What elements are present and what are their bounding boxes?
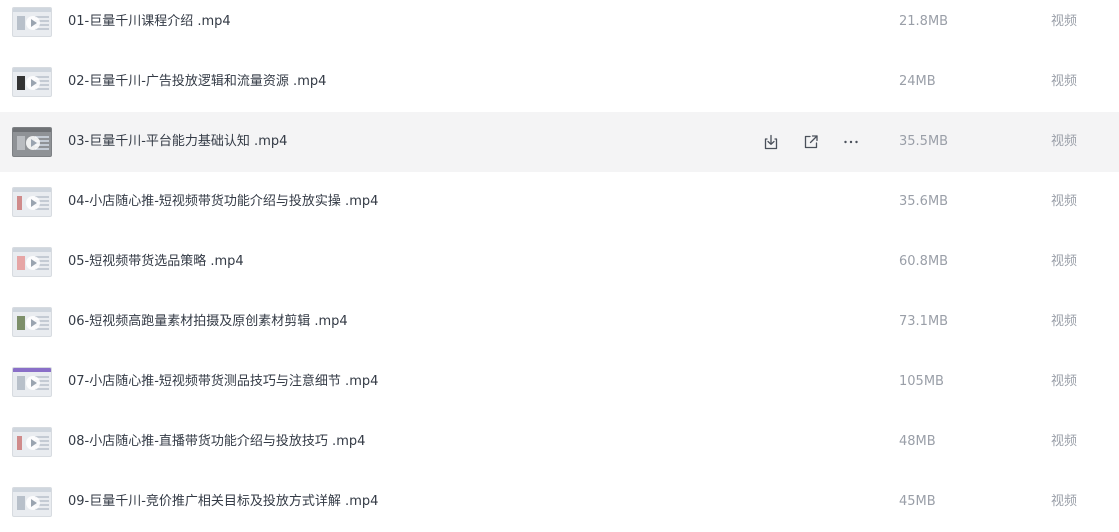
file-name[interactable]: 03-巨量千川-平台能力基础认知 .mp4 [68,112,287,172]
file-size: 24MB [899,74,936,89]
file-type: 视频 [1051,134,1078,149]
file-name[interactable]: 09-巨量千川-竞价推广相关目标及投放方式详解 .mp4 [68,472,378,532]
video-thumbnail [12,7,52,37]
download-icon[interactable] [762,133,780,151]
file-type: 视频 [1051,254,1078,269]
file-size: 35.6MB [899,194,949,209]
file-size: 48MB [899,434,936,449]
video-thumbnail [12,427,52,457]
file-row[interactable]: 09-巨量千川-竞价推广相关目标及投放方式详解 .mp4 45MB 视频 [0,472,1119,532]
file-row[interactable]: 08-小店随心推-直播带货功能介绍与投放技巧 .mp4 48MB 视频 [0,412,1119,472]
file-list: 01-巨量千川课程介绍 .mp4 21.8MB 视频 02-巨量千川-广告投放逻… [0,0,1119,532]
file-row[interactable]: 04-小店随心推-短视频带货功能介绍与投放实操 .mp4 35.6MB 视频 [0,172,1119,232]
file-size: 105MB [899,374,944,389]
file-name[interactable]: 04-小店随心推-短视频带货功能介绍与投放实操 .mp4 [68,172,378,232]
file-size: 60.8MB [899,254,949,269]
more-horizontal-icon[interactable] [842,133,860,151]
file-type: 视频 [1051,374,1078,389]
file-size: 45MB [899,494,936,509]
video-thumbnail [12,307,52,337]
file-type: 视频 [1051,314,1078,329]
file-row[interactable]: 05-短视频带货选品策略 .mp4 60.8MB 视频 [0,232,1119,292]
file-type: 视频 [1051,194,1078,209]
file-type: 视频 [1051,74,1078,89]
file-row[interactable]: 07-小店随心推-短视频带货测品技巧与注意细节 .mp4 105MB 视频 [0,352,1119,412]
video-thumbnail [12,487,52,517]
file-type: 视频 [1051,14,1078,29]
file-type: 视频 [1051,494,1078,509]
file-size: 21.8MB [899,14,949,29]
file-row-hovered[interactable]: 03-巨量千川-平台能力基础认知 .mp4 35.5MB 视频 [0,112,1119,172]
video-thumbnail [12,127,52,157]
file-name[interactable]: 08-小店随心推-直播带货功能介绍与投放技巧 .mp4 [68,412,365,472]
file-name[interactable]: 01-巨量千川课程介绍 .mp4 [68,0,231,52]
video-thumbnail [12,247,52,277]
file-size: 73.1MB [899,314,949,329]
file-row[interactable]: 01-巨量千川课程介绍 .mp4 21.8MB 视频 [0,0,1119,52]
file-name[interactable]: 02-巨量千川-广告投放逻辑和流量资源 .mp4 [68,52,326,112]
video-thumbnail [12,367,52,397]
file-type: 视频 [1051,434,1078,449]
file-size: 35.5MB [899,134,949,149]
video-thumbnail [12,67,52,97]
row-actions [760,112,870,172]
video-thumbnail [12,187,52,217]
file-row[interactable]: 02-巨量千川-广告投放逻辑和流量资源 .mp4 24MB 视频 [0,52,1119,112]
file-name[interactable]: 07-小店随心推-短视频带货测品技巧与注意细节 .mp4 [68,352,378,412]
file-name[interactable]: 05-短视频带货选品策略 .mp4 [68,232,244,292]
file-name[interactable]: 06-短视频高跑量素材拍摄及原创素材剪辑 .mp4 [68,292,348,352]
external-link-icon[interactable] [802,133,820,151]
file-row[interactable]: 06-短视频高跑量素材拍摄及原创素材剪辑 .mp4 73.1MB 视频 [0,292,1119,352]
